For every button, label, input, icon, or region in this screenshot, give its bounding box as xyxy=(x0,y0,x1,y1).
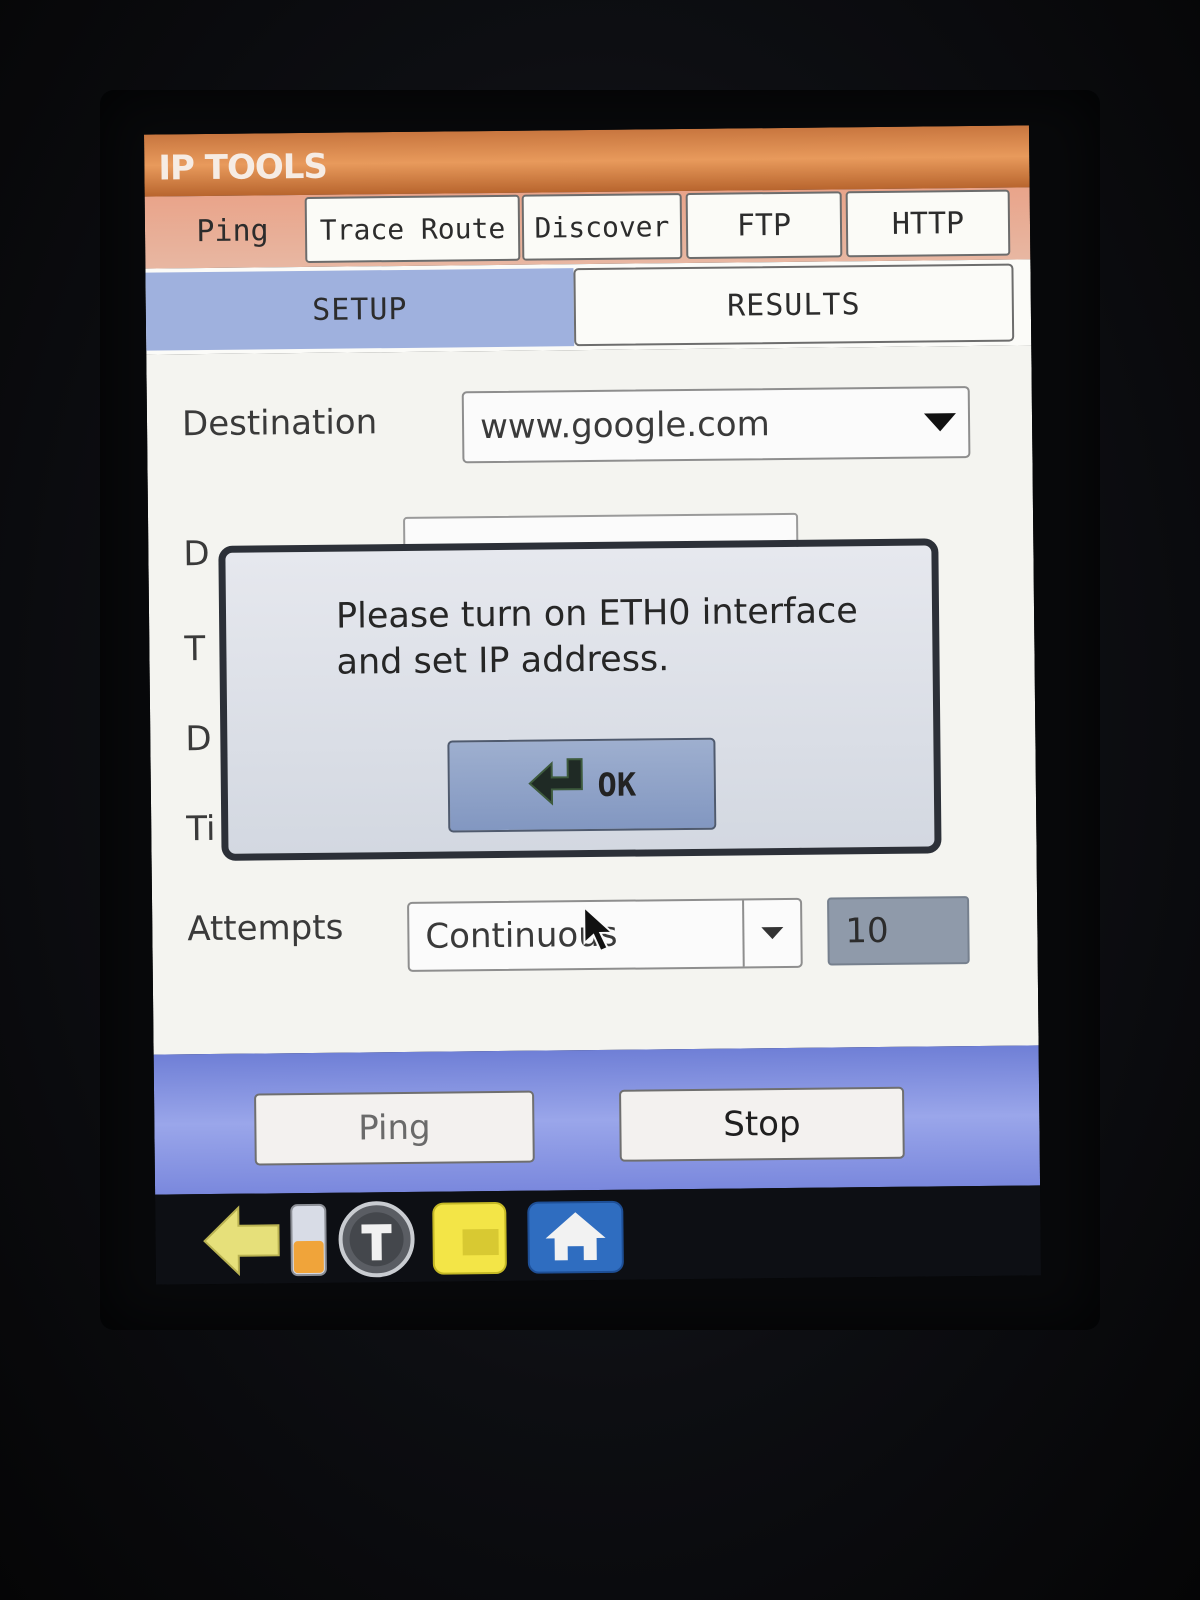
attempts-count-field[interactable]: 10 xyxy=(827,896,970,966)
destination-value: www.google.com xyxy=(479,404,770,448)
ok-label: OK xyxy=(597,765,637,804)
device-screen: IP TOOLS Ping Trace Route Discover FTP H… xyxy=(144,125,1041,1285)
dialog-message: Please turn on ETH0 interface and set IP… xyxy=(335,591,858,683)
chevron-down-icon xyxy=(912,388,969,457)
title-bar: IP TOOLS xyxy=(144,125,1030,197)
tab-results[interactable]: RESULTS xyxy=(573,263,1015,347)
action-bar: Ping Stop xyxy=(153,1045,1041,1195)
tab-setup[interactable]: SETUP xyxy=(145,268,575,351)
tab-discover[interactable]: Discover xyxy=(521,193,683,261)
sub-tabs: SETUP RESULTS xyxy=(145,259,1032,355)
tab-ftp[interactable]: FTP xyxy=(685,191,843,259)
alert-dialog: Please turn on ETH0 interface and set IP… xyxy=(218,538,942,861)
chevron-down-icon xyxy=(742,899,801,967)
attempts-value: Continuous xyxy=(425,914,618,957)
obscured-label-4: Ti xyxy=(186,808,216,850)
folder-icon[interactable] xyxy=(430,1199,509,1278)
tab-http[interactable]: HTTP xyxy=(845,189,1011,258)
mouse-cursor-icon xyxy=(582,904,619,957)
obscured-label-3: D xyxy=(185,718,212,760)
attempts-label: Attempts xyxy=(187,907,344,950)
stop-button[interactable]: Stop xyxy=(619,1086,905,1162)
taskbar xyxy=(155,1185,1041,1285)
enter-arrow-icon xyxy=(527,757,584,814)
t-icon[interactable] xyxy=(337,1200,416,1279)
obscured-label-1: D xyxy=(183,534,210,575)
home-icon[interactable] xyxy=(525,1198,626,1277)
tool-tabs: Ping Trace Route Discover FTP HTTP xyxy=(144,187,1031,269)
tab-ping[interactable]: Ping xyxy=(155,197,311,265)
back-arrow-icon[interactable] xyxy=(200,1201,281,1280)
obscured-label-2: T xyxy=(184,629,206,670)
ok-button[interactable]: OK xyxy=(447,737,717,833)
app-title: IP TOOLS xyxy=(158,146,328,189)
ping-button[interactable]: Ping xyxy=(254,1090,535,1166)
battery-icon[interactable] xyxy=(287,1201,330,1279)
tab-trace-route[interactable]: Trace Route xyxy=(304,194,521,263)
destination-label: Destination xyxy=(181,402,378,445)
destination-dropdown[interactable]: www.google.com xyxy=(461,386,971,464)
